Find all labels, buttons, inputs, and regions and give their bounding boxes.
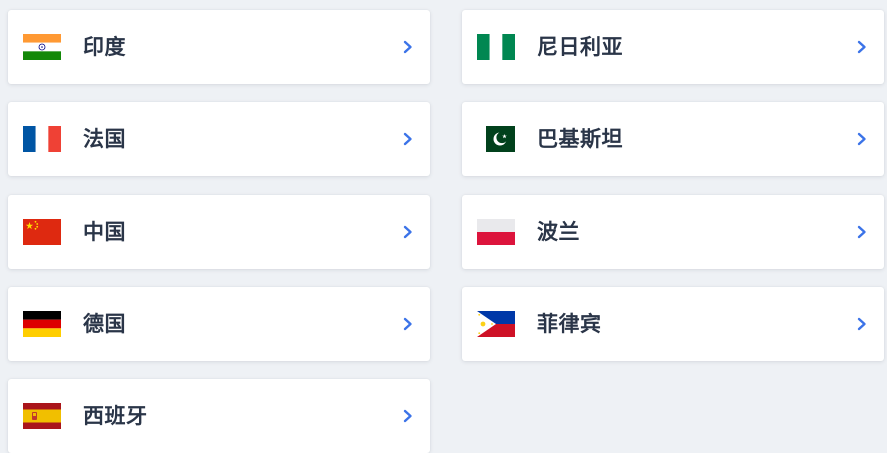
france-flag-icon [23, 126, 61, 152]
country-card-india[interactable]: 印度 [8, 10, 430, 84]
chevron-right-icon [855, 132, 869, 146]
country-name: 西班牙 [83, 404, 148, 428]
country-name: 法国 [83, 127, 126, 151]
poland-flag-icon [477, 219, 515, 245]
country-list-page: 印度 尼日利亚 法国 巴基斯坦 中国 波兰 德国 菲律宾 西班牙 [0, 0, 887, 453]
spain-flag-icon [23, 403, 61, 429]
country-card-philippines[interactable]: 菲律宾 [462, 287, 884, 361]
germany-flag-icon [23, 311, 61, 337]
country-card-pakistan[interactable]: 巴基斯坦 [462, 102, 884, 176]
country-card-china[interactable]: 中国 [8, 195, 430, 269]
country-name: 德国 [83, 312, 126, 336]
country-card-poland[interactable]: 波兰 [462, 195, 884, 269]
chevron-right-icon [401, 225, 415, 239]
nigeria-flag-icon [477, 34, 515, 60]
country-card-nigeria[interactable]: 尼日利亚 [462, 10, 884, 84]
chevron-right-icon [401, 409, 415, 423]
chevron-right-icon [855, 40, 869, 54]
country-name: 中国 [83, 220, 126, 244]
chevron-right-icon [855, 317, 869, 331]
country-card-spain[interactable]: 西班牙 [8, 379, 430, 453]
chevron-right-icon [401, 317, 415, 331]
india-flag-icon [23, 34, 61, 60]
country-name: 印度 [83, 35, 126, 59]
chevron-right-icon [401, 132, 415, 146]
country-name: 尼日利亚 [537, 35, 623, 59]
country-name: 巴基斯坦 [537, 127, 623, 151]
chevron-right-icon [855, 225, 869, 239]
country-card-germany[interactable]: 德国 [8, 287, 430, 361]
country-card-france[interactable]: 法国 [8, 102, 430, 176]
philippines-flag-icon [477, 311, 515, 337]
country-name: 菲律宾 [537, 312, 602, 336]
china-flag-icon [23, 219, 61, 245]
pakistan-flag-icon [477, 126, 515, 152]
chevron-right-icon [401, 40, 415, 54]
country-name: 波兰 [537, 220, 580, 244]
